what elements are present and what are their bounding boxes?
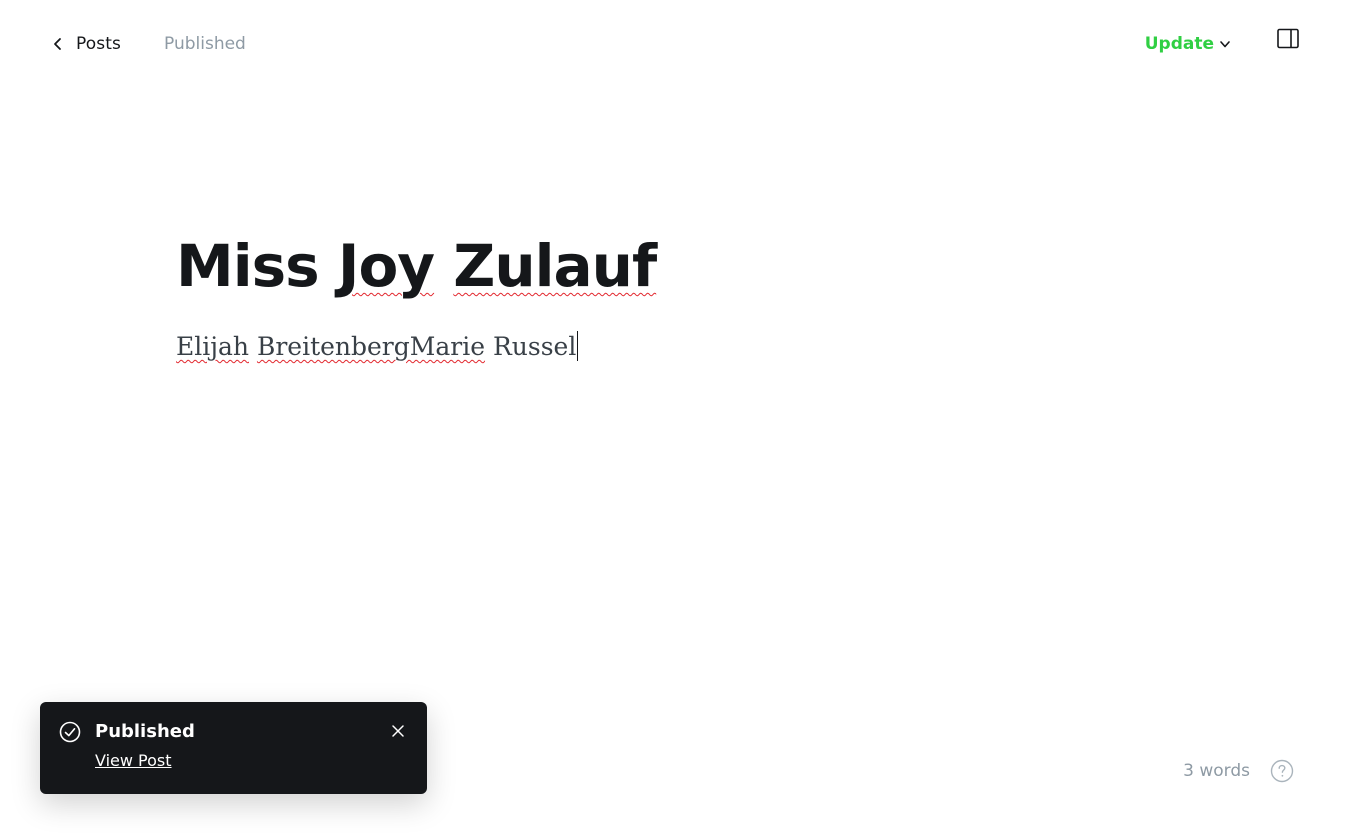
question-circle-icon <box>1270 759 1294 787</box>
view-post-link[interactable]: View Post <box>95 750 172 772</box>
update-button-label: Update <box>1144 34 1214 54</box>
body-word-misspelled: Elijah <box>176 332 249 361</box>
post-editor: Miss Joy Zulauf Elijah BreitenbergMarie … <box>176 226 1176 366</box>
post-body-editor[interactable]: Elijah BreitenbergMarie Russel <box>176 328 579 366</box>
editor-header: Posts Published Update <box>0 0 1350 88</box>
title-word-misspelled: Joy <box>337 232 435 300</box>
chevron-down-icon <box>1218 37 1232 51</box>
back-link-label: Posts <box>76 34 121 54</box>
close-icon[interactable] <box>389 722 407 740</box>
post-status: Published <box>164 34 246 54</box>
body-word-misspelled: BreitenbergMarie <box>256 332 486 361</box>
toast-title: Published <box>95 721 195 742</box>
title-word: Miss <box>176 232 320 300</box>
sidebar-toggle-button[interactable] <box>1276 28 1300 50</box>
body-word: Russel <box>492 332 577 361</box>
word-count: 3 words <box>1183 761 1250 781</box>
published-toast: Published View Post <box>40 702 427 794</box>
title-word-misspelled: Zulauf <box>453 232 657 300</box>
text-caret <box>577 331 579 361</box>
sidebar-toggle-icon <box>1276 28 1300 54</box>
check-circle-icon <box>59 721 81 743</box>
chevron-left-icon <box>50 36 66 52</box>
post-title-input[interactable]: Miss Joy Zulauf <box>176 226 1176 306</box>
back-to-posts-link[interactable]: Posts <box>50 30 121 58</box>
editor-page: Posts Published Update Miss Joy Zulauf E… <box>0 0 1350 834</box>
help-button[interactable] <box>1270 759 1294 783</box>
update-button[interactable]: Update <box>1145 30 1232 58</box>
